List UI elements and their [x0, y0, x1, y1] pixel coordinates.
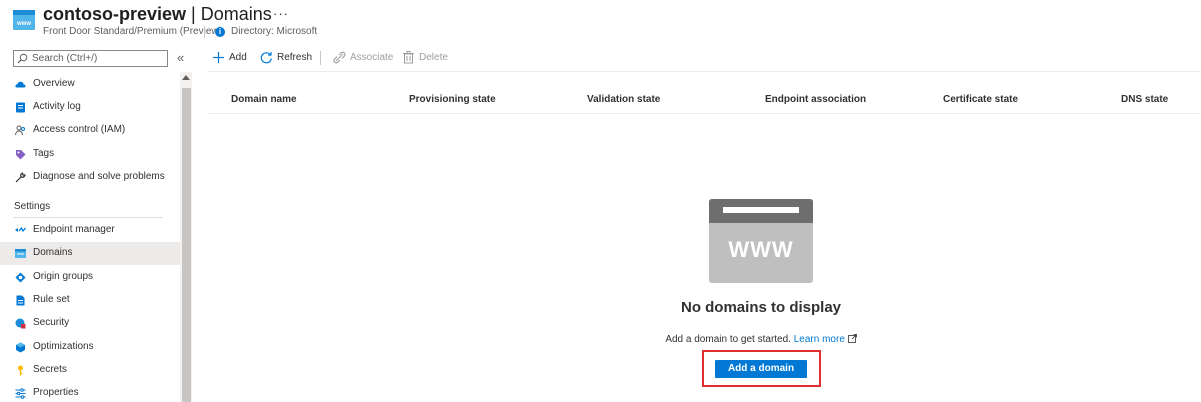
properties-icon	[15, 388, 26, 399]
column-header-dns-state[interactable]: DNS state	[1121, 94, 1168, 105]
sidebar-item-rule-set[interactable]: Rule set	[0, 289, 180, 312]
link-icon	[333, 51, 346, 64]
external-link-icon	[847, 334, 857, 343]
scroll-up-arrow-icon[interactable]	[182, 75, 190, 80]
domain-icon: www	[13, 10, 35, 30]
svg-text:www: www	[16, 21, 31, 27]
sidebar-section-settings: Settings	[14, 201, 51, 212]
associate-button-label: Associate	[350, 52, 394, 63]
refresh-button-label: Refresh	[277, 52, 313, 63]
optimizations-icon	[16, 342, 25, 353]
column-header-domain-name[interactable]: Domain name	[231, 94, 297, 105]
wrench-icon	[15, 172, 26, 183]
plus-icon	[213, 52, 224, 63]
column-header-certificate-state[interactable]: Certificate state	[943, 94, 1018, 105]
sidebar-item-properties[interactable]: Properties	[0, 382, 180, 402]
origin-groups-icon	[15, 272, 26, 283]
more-options-button[interactable]: ···	[273, 6, 289, 21]
www-text: WWW	[728, 237, 793, 262]
collapse-sidebar-button[interactable]: «	[177, 50, 184, 65]
sidebar-item-label: Rule set	[33, 294, 70, 305]
rule-set-icon	[16, 295, 25, 306]
search-icon	[17, 53, 28, 64]
search-placeholder: Search (Ctrl+/)	[32, 53, 98, 64]
sidebar-item-tags[interactable]: Tags	[0, 143, 180, 166]
search-input[interactable]: Search (Ctrl+/)	[13, 50, 168, 67]
sidebar-item-label: Security	[33, 317, 70, 328]
sidebar-divider	[13, 217, 163, 218]
empty-state-description: Add a domain to get started. Learn more	[600, 334, 922, 345]
add-a-domain-button[interactable]: Add a domain	[715, 360, 807, 378]
sidebar-item-label: Properties	[33, 387, 79, 398]
key-icon	[18, 365, 23, 376]
info-icon: i	[215, 27, 225, 37]
cloud-icon	[15, 81, 26, 88]
sidebar-item-activity-log[interactable]: Activity log	[0, 96, 180, 119]
directory-label: Directory: Microsoft	[231, 26, 318, 37]
resource-type-label: Front Door Standard/Premium (Preview)	[43, 26, 222, 37]
toolbar-divider	[208, 71, 1201, 72]
empty-state-title: No domains to display	[680, 299, 842, 316]
endpoint-icon	[15, 226, 26, 233]
sidebar-item-label: Secrets	[33, 364, 67, 375]
column-header-provisioning-state[interactable]: Provisioning state	[409, 94, 496, 105]
sidebar-item-label: Access control (IAM)	[33, 124, 126, 135]
sidebar-item-optimizations[interactable]: Optimizations	[0, 336, 180, 359]
sidebar-item-label: Activity log	[33, 101, 81, 112]
sidebar-item-endpoint-manager[interactable]: Endpoint manager	[0, 219, 180, 242]
page-header: www contoso-preview | Domains ··· Front …	[0, 0, 1201, 44]
people-icon	[15, 125, 25, 136]
sidebar-item-security[interactable]: Security	[0, 312, 180, 335]
sidebar-item-secrets[interactable]: Secrets	[0, 359, 180, 382]
www-browser-icon: WWW	[709, 199, 813, 283]
sidebar-item-label: Optimizations	[33, 341, 94, 352]
sidebar-item-label: Origin groups	[33, 271, 94, 282]
delete-button-label: Delete	[419, 52, 448, 63]
learn-more-link[interactable]: Learn more	[794, 334, 845, 345]
sidebar-scroll-thumb[interactable]	[182, 88, 191, 402]
column-header-validation-state[interactable]: Validation state	[587, 94, 660, 105]
sidebar-item-access-control[interactable]: Access control (IAM)	[0, 119, 180, 142]
refresh-icon	[260, 52, 272, 64]
security-icon	[15, 318, 26, 329]
trash-icon	[403, 51, 414, 64]
tag-icon	[16, 150, 26, 160]
add-button-label: Add	[229, 52, 247, 63]
domain-icon	[15, 249, 26, 258]
sidebar-item-domains[interactable]: Domains	[0, 242, 180, 265]
sidebar-item-diagnose[interactable]: Diagnose and solve problems	[0, 166, 180, 189]
sidebar-item-label: Domains	[33, 247, 73, 258]
table-header-divider	[208, 113, 1201, 114]
activity-log-icon	[16, 102, 25, 113]
sidebar-item-overview[interactable]: Overview	[0, 73, 180, 96]
sidebar-item-label: Tags	[33, 148, 55, 159]
column-header-endpoint-association[interactable]: Endpoint association	[765, 94, 866, 105]
sidebar-item-label: Overview	[33, 78, 75, 89]
header-divider	[204, 26, 205, 38]
sidebar-item-label: Endpoint manager	[33, 224, 115, 235]
sidebar-item-origin-groups[interactable]: Origin groups	[0, 266, 180, 289]
sidebar-item-label: Diagnose and solve problems	[33, 171, 165, 182]
toolbar-separator	[320, 51, 321, 65]
page-title: contoso-preview | Domains	[43, 4, 272, 24]
